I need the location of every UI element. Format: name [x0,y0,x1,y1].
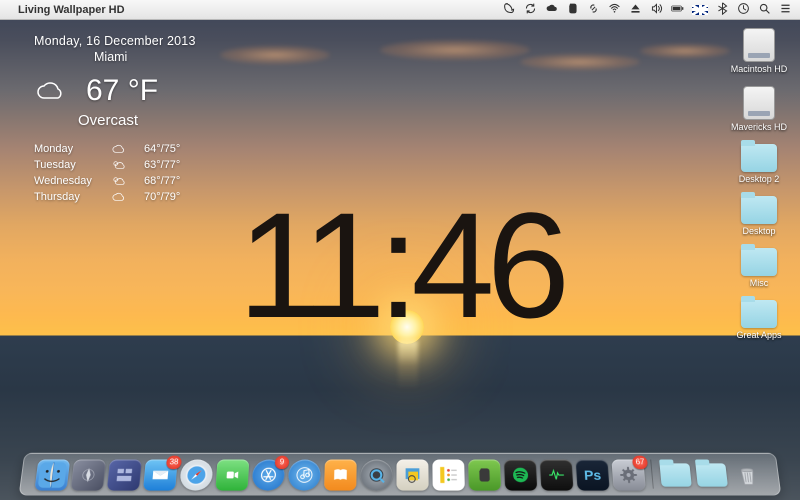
weather-icon [34,79,68,103]
menubar: Living Wallpaper HD [0,0,800,20]
dock: 38 9 Ps 67 [22,452,779,496]
hdd-icon [743,86,775,120]
cloud-icon [110,143,128,155]
desktop-icons: Macintosh HD Mavericks HD Desktop 2 Desk… [728,28,790,340]
tray-clock-icon[interactable] [737,2,750,18]
clock-time: 11:46 [0,190,800,340]
desktop-icon-misc[interactable]: Misc [728,248,790,288]
dock-appstore[interactable]: 9 [252,460,285,491]
tray-spotlight-icon[interactable] [758,2,771,18]
tray-evernote-icon[interactable] [566,2,579,18]
menubar-tray [503,2,792,18]
folder-icon [741,248,777,276]
app-name[interactable]: Living Wallpaper HD [18,4,125,16]
weather-widget: Monday, 16 December 2013 Miami 67 °F Ove… [34,34,196,205]
tray-refresh-icon[interactable] [524,2,537,18]
tray-wifi-icon[interactable] [608,2,621,18]
dock-trash[interactable] [730,460,766,491]
tray-cloud-icon[interactable] [545,2,558,18]
dock-spotify[interactable] [504,460,537,491]
dock-reminders[interactable] [432,460,465,491]
weather-date: Monday, 16 December 2013 [34,34,196,48]
tray-notifications-icon[interactable] [779,2,792,18]
weather-city: Miami [94,50,196,64]
dock-activity-monitor[interactable] [540,460,574,491]
dock-ibooks[interactable] [324,460,357,491]
folder-icon [660,463,692,486]
tray-phone-icon[interactable] [503,2,516,18]
badge: 38 [166,456,182,469]
desktop: Living Wallpaper HD Monday, 16 December … [0,0,800,500]
dock-downloads[interactable] [658,460,693,491]
dock-facetime[interactable] [215,460,249,491]
folder-icon [741,144,777,172]
forecast-row: Wednesday68°/77° [34,173,196,189]
dock-photoshop[interactable]: Ps [576,460,610,491]
tray-volume-icon[interactable] [650,2,663,18]
weather-condition: Overcast [78,112,196,129]
folder-icon [741,300,777,328]
desktop-icon-mavericks-hd[interactable]: Mavericks HD [728,86,790,132]
badge: 67 [632,456,648,469]
dock-preview[interactable] [396,460,428,491]
tray-battery-icon[interactable] [671,2,684,18]
weather-temp: 67 °F [86,74,158,108]
desktop-icon-desktop-2[interactable]: Desktop 2 [728,144,790,184]
partly-cloudy-icon [110,159,128,171]
desktop-icon-macintosh-hd[interactable]: Macintosh HD [728,28,790,74]
dock-itunes[interactable] [288,460,321,491]
desktop-icon-great-apps[interactable]: Great Apps [728,300,790,340]
forecast-row: Tuesday63°/77° [34,157,196,173]
dock-mission-control[interactable] [107,460,142,491]
dock-mail[interactable]: 38 [143,460,178,491]
forecast-row: Monday64°/75° [34,141,196,157]
folder-icon [741,196,777,224]
tray-bluetooth-icon[interactable] [716,2,729,18]
wallpaper-clouds [200,40,750,110]
dock-system-preferences[interactable]: 67 [611,460,646,491]
desktop-icon-desktop[interactable]: Desktop [728,196,790,236]
partly-cloudy-icon [110,175,128,187]
dock-evernote[interactable] [468,460,501,491]
tray-flag-icon[interactable] [692,5,708,15]
dock-safari[interactable] [179,460,213,491]
tray-link-icon[interactable] [587,2,600,18]
dock-divider [650,460,654,489]
dock-finder[interactable] [34,460,70,491]
tray-eject-icon[interactable] [629,2,642,18]
badge: 9 [275,456,290,469]
dock-launchpad[interactable] [71,460,106,491]
folder-icon [695,463,728,486]
dock-quicktime[interactable] [360,460,392,491]
hdd-icon [743,28,775,62]
dock-folder[interactable] [694,460,729,491]
